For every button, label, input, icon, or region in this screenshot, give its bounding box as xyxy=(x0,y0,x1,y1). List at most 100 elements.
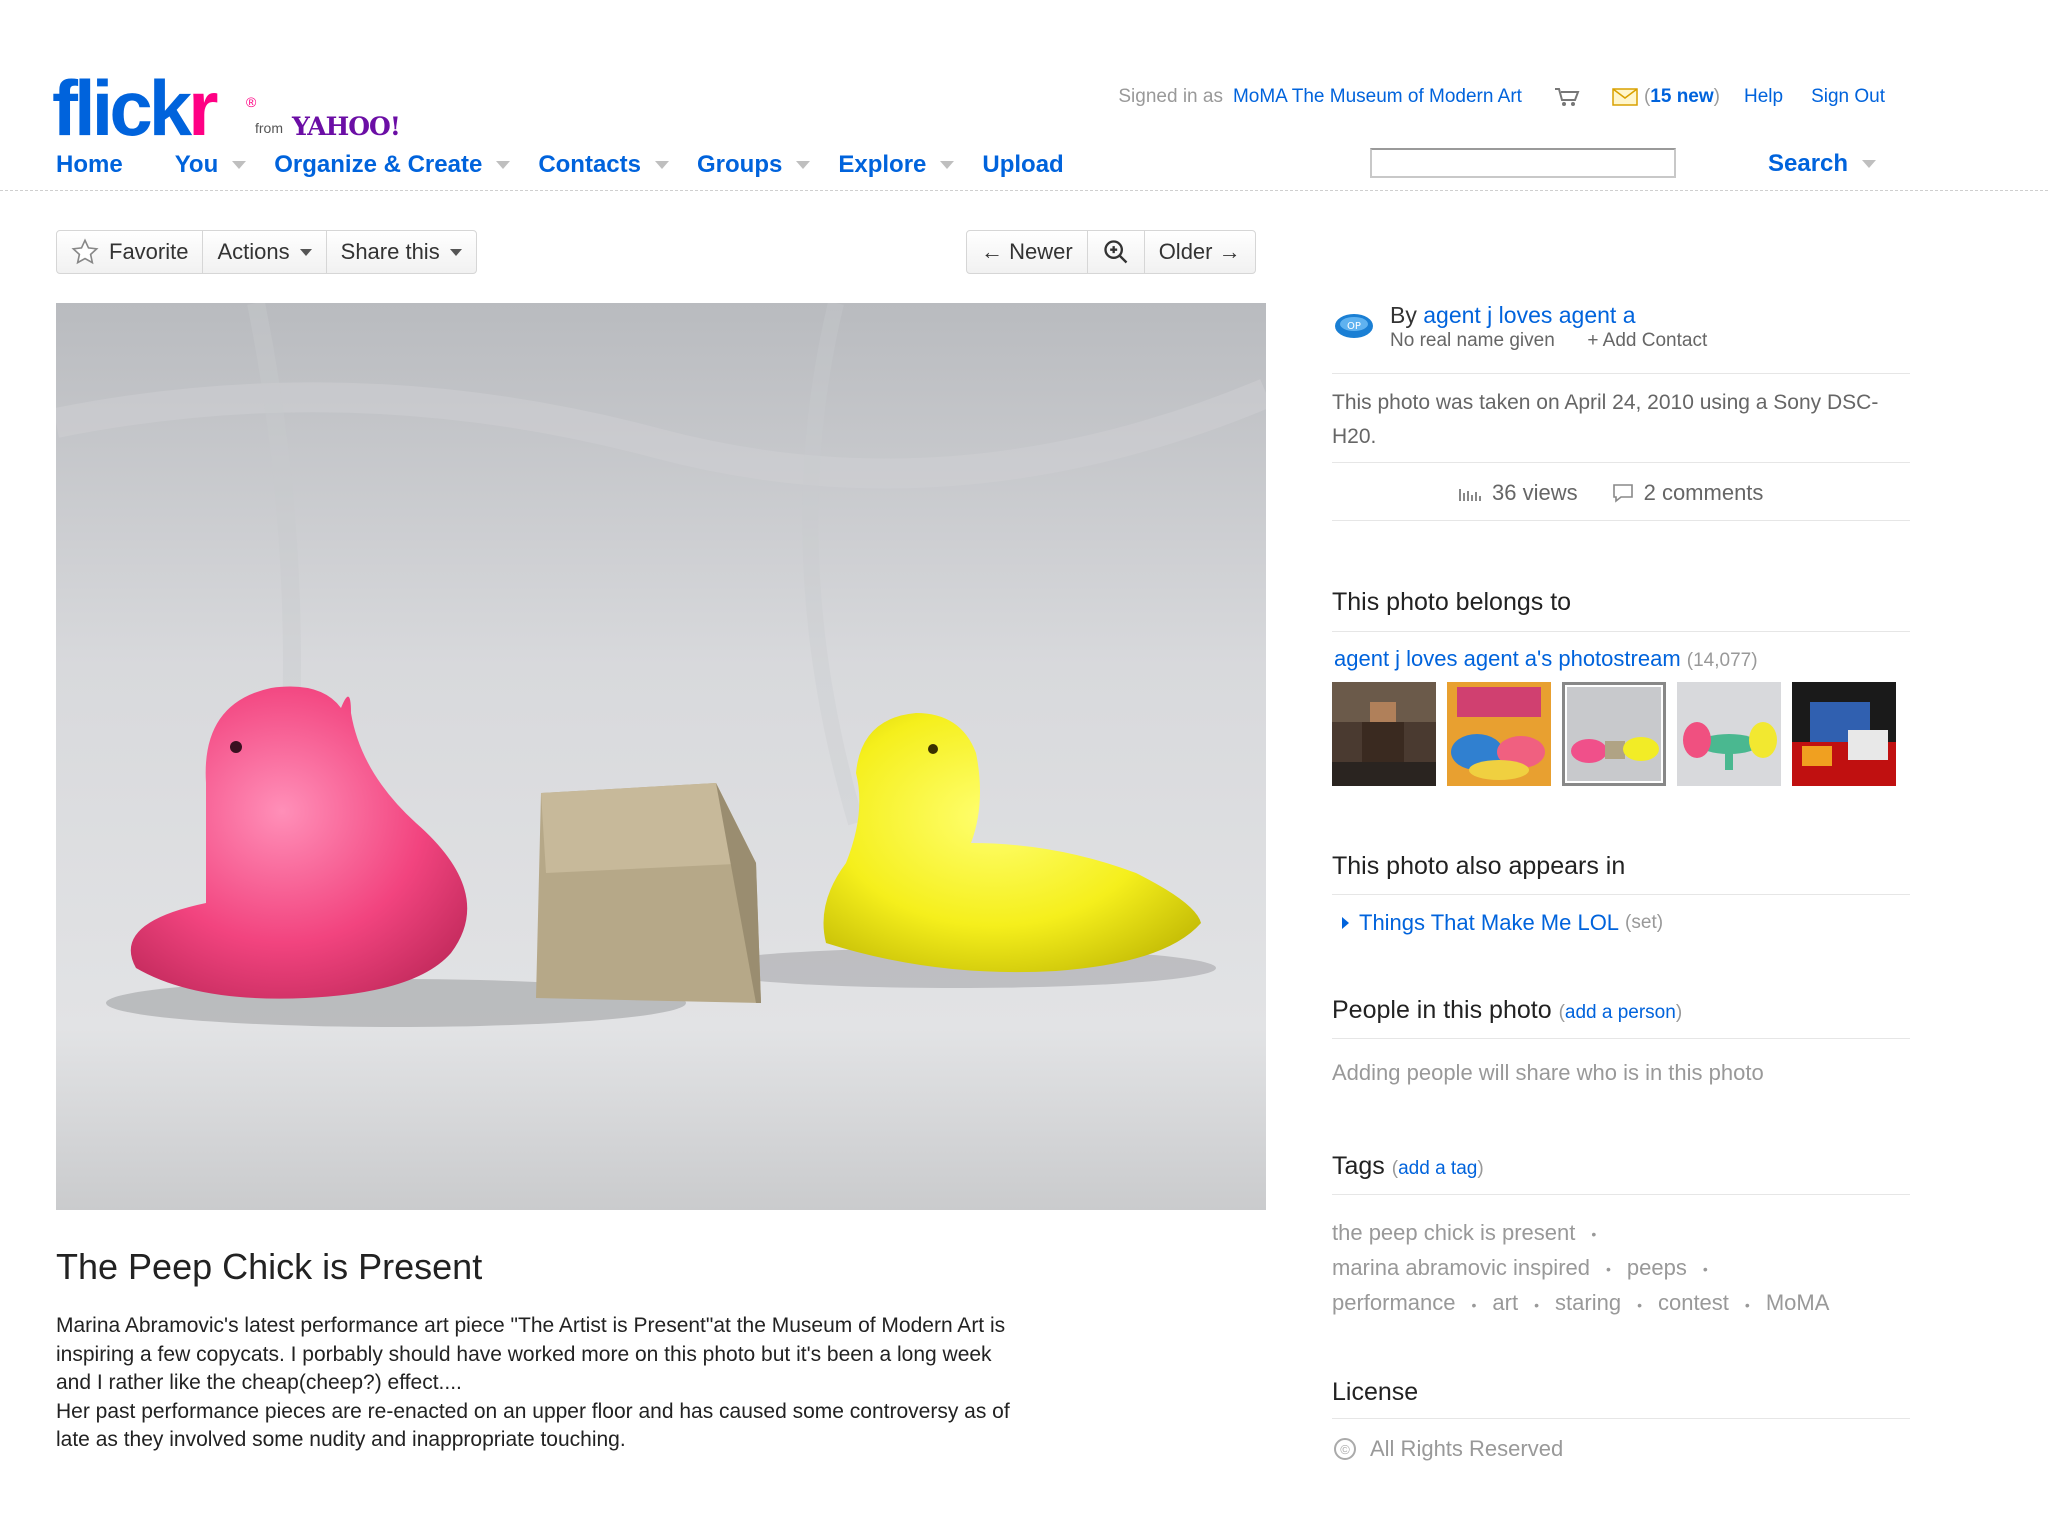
search-button[interactable]: Search xyxy=(1768,150,1877,178)
people-note: Adding people will share who is in this … xyxy=(1332,1060,1764,1085)
tag-list: the peep chick is present • marina abramo… xyxy=(1332,1220,1830,1316)
description-line: inspiring a few copycats. I porbably sho… xyxy=(56,1342,992,1366)
share-button[interactable]: Share this xyxy=(327,231,476,273)
divider xyxy=(1332,462,1910,463)
add-tag-link[interactable]: add a tag xyxy=(1398,1158,1477,1179)
belongs-heading: This photo belongs to xyxy=(1332,588,1572,616)
tag-link[interactable]: marina abramovic inspired xyxy=(1332,1255,1590,1280)
owner-byline: By agent j loves agent a xyxy=(1390,302,1636,328)
expand-triangle-icon[interactable] xyxy=(1342,917,1349,929)
header-divider xyxy=(0,190,2048,191)
tag-link[interactable]: peeps xyxy=(1627,1255,1687,1280)
photostream-thumbnail[interactable] xyxy=(1447,682,1551,786)
photostream-thumbnails xyxy=(1332,682,1907,786)
signed-in-user-link[interactable]: MoMA The Museum of Modern Art xyxy=(1233,86,1522,108)
owner-name-link[interactable]: agent j loves agent a xyxy=(1423,302,1635,328)
photo-description: Marina Abramovic's latest performance ar… xyxy=(56,1312,1116,1455)
main-nav: Home You Organize & Create Contacts Grou… xyxy=(56,150,1064,180)
photostream-link[interactable]: agent j loves agent a's photostream xyxy=(1334,646,1681,671)
signed-in-label: Signed in as xyxy=(1118,86,1223,107)
photo-stats: 36 views 2 comments xyxy=(1458,480,1763,506)
tag-link[interactable]: performance xyxy=(1332,1290,1456,1315)
favorite-button[interactable]: Favorite xyxy=(57,231,204,273)
comments-count[interactable]: 2 comments xyxy=(1644,480,1764,506)
set-link[interactable]: Things That Make Me LOL xyxy=(1359,910,1619,936)
add-person-link[interactable]: add a person xyxy=(1565,1002,1676,1023)
description-line: Marina Abramovic's latest performance ar… xyxy=(56,1314,1006,1337)
photostream-thumbnail-current[interactable] xyxy=(1562,682,1666,786)
license-info: © All Rights Reserved xyxy=(1334,1436,1563,1462)
nav-upload[interactable]: Upload xyxy=(982,151,1063,179)
nav-home[interactable]: Home xyxy=(56,151,123,179)
photostream-context: agent j loves agent a's photostream (14,… xyxy=(1334,646,1758,672)
nav-organize-create[interactable]: Organize & Create xyxy=(274,151,511,179)
divider xyxy=(1332,1038,1910,1039)
logo-text-flick: flick xyxy=(52,64,192,152)
people-heading: People in this photo (add a person) xyxy=(1332,996,1683,1024)
chevron-down-icon[interactable] xyxy=(655,161,669,169)
older-button[interactable]: Older → xyxy=(1145,231,1255,273)
divider xyxy=(1332,1418,1910,1419)
nav-explore[interactable]: Explore xyxy=(838,151,955,179)
photostream-thumbnail[interactable] xyxy=(1677,682,1781,786)
tags-heading: Tags (add a tag) xyxy=(1332,1152,1484,1180)
chevron-down-icon[interactable] xyxy=(449,248,462,256)
zoom-button[interactable] xyxy=(1088,231,1145,273)
chevron-down-icon[interactable] xyxy=(299,248,312,256)
set-context: Things That Make Me LOL (set) xyxy=(1342,910,1663,936)
logo-from-text: from xyxy=(255,120,283,136)
description-line: late as they involved some nudity and in… xyxy=(56,1428,626,1451)
nav-groups[interactable]: Groups xyxy=(697,151,811,179)
owner-real-name: No real name given xyxy=(1390,330,1555,351)
divider xyxy=(1332,1194,1910,1195)
photostream-thumbnail[interactable] xyxy=(1792,682,1896,786)
chevron-down-icon[interactable] xyxy=(796,161,811,169)
tag-link[interactable]: art xyxy=(1492,1290,1518,1315)
zoom-in-icon xyxy=(1104,240,1128,264)
set-type-label: (set) xyxy=(1625,912,1664,933)
actions-button[interactable]: Actions xyxy=(203,231,327,273)
newer-button[interactable]: ← Newer xyxy=(967,231,1088,273)
chevron-down-icon[interactable] xyxy=(496,161,511,169)
tag-link[interactable]: staring xyxy=(1555,1290,1621,1315)
photostream-thumbnail[interactable] xyxy=(1332,682,1436,786)
description-line: and I rather like the cheap(cheep?) effe… xyxy=(56,1371,462,1394)
chevron-down-icon[interactable] xyxy=(232,161,247,169)
sign-out-link[interactable]: Sign Out xyxy=(1811,86,1885,108)
license-heading: License xyxy=(1332,1378,1419,1406)
logo-text-r: r xyxy=(188,64,218,152)
divider xyxy=(1332,631,1910,632)
chevron-down-icon[interactable] xyxy=(940,161,955,169)
search-input[interactable] xyxy=(1370,148,1676,178)
appears-in-heading: This photo also appears in xyxy=(1332,852,1626,880)
photo-taken-info: This photo was taken on April 24, 2010 u… xyxy=(1332,391,1879,448)
nav-contacts[interactable]: Contacts xyxy=(538,151,669,179)
license-text[interactable]: All Rights Reserved xyxy=(1370,1436,1563,1462)
flickr-logo[interactable]: flickr ® from YAHOO! xyxy=(52,69,412,147)
nav-you[interactable]: You xyxy=(175,151,247,179)
cart-icon[interactable] xyxy=(1554,86,1580,108)
tag-link[interactable]: the peep chick is present xyxy=(1332,1220,1575,1245)
views-count: 36 views xyxy=(1492,480,1578,505)
tag-link[interactable]: MoMA xyxy=(1766,1290,1830,1315)
logo-registered-mark: ® xyxy=(246,94,257,110)
mail-count-link[interactable]: 15 new xyxy=(1650,86,1713,108)
help-link[interactable]: Help xyxy=(1744,86,1783,108)
tag-link[interactable]: contest xyxy=(1658,1290,1729,1315)
owner-buddy-icon[interactable]: OP xyxy=(1334,312,1374,340)
divider xyxy=(1332,373,1910,374)
photo-navigation-toolbar: ← Newer Older → xyxy=(966,230,1256,274)
chevron-down-icon[interactable] xyxy=(1862,160,1877,168)
peeps-photo-illustration xyxy=(56,303,1266,1210)
yahoo-logo: YAHOO! xyxy=(292,112,401,141)
user-bar: Signed in as MoMA The Museum of Modern A… xyxy=(1118,86,1885,108)
photo-title: The Peep Chick is Present xyxy=(56,1246,483,1287)
photo-actions-toolbar: Favorite Actions Share this xyxy=(56,230,477,274)
svg-text:OP: OP xyxy=(1347,321,1361,332)
add-contact-link[interactable]: + Add Contact xyxy=(1587,330,1707,351)
main-photo[interactable] xyxy=(56,303,1266,1210)
mail-icon[interactable] xyxy=(1612,88,1638,106)
views-icon xyxy=(1459,489,1481,501)
description-line: Her past performance pieces are re-enact… xyxy=(56,1399,1010,1423)
star-icon xyxy=(71,238,99,265)
